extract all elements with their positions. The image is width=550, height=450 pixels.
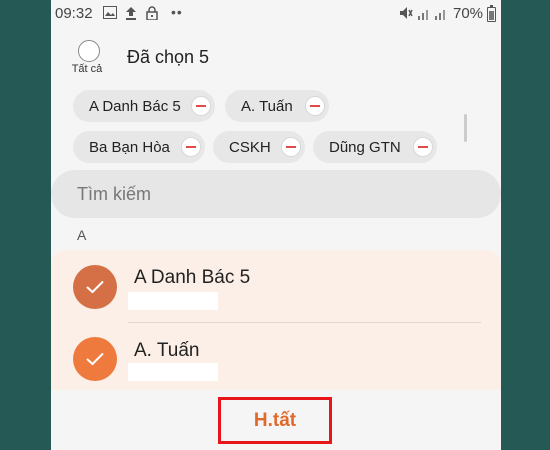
remove-icon[interactable] — [191, 96, 211, 116]
remove-icon[interactable] — [181, 137, 201, 157]
done-button[interactable]: H.tất — [221, 400, 329, 441]
done-highlight: H.tất — [218, 397, 332, 444]
chip-a-tuan[interactable]: A. Tuấn — [225, 90, 329, 122]
status-time: 09:32 — [55, 5, 93, 22]
list-item[interactable]: A Danh Bác 5 — [51, 250, 501, 320]
image-icon — [103, 6, 117, 22]
chip-label: A. Tuấn — [241, 97, 293, 115]
chip-ba-ban-hoa[interactable]: Ba Bạn Hòa — [73, 131, 205, 163]
contact-detail — [128, 292, 218, 310]
lock-icon — [146, 6, 158, 23]
select-all-checkbox[interactable] — [78, 40, 100, 62]
signal-icon — [417, 6, 431, 23]
upload-icon — [125, 6, 137, 23]
chip-label: Dũng GTN — [329, 138, 401, 156]
check-icon[interactable] — [73, 337, 117, 381]
remove-icon[interactable] — [413, 137, 433, 157]
chip-label: Ba Bạn Hòa — [89, 138, 170, 156]
contact-list: A Danh Bác 5 A. Tuấn — [51, 250, 501, 390]
signal-icon — [434, 6, 448, 23]
chip-a-danh-bac-5[interactable]: A Danh Bác 5 — [73, 90, 215, 122]
contact-name: A Danh Bác 5 — [134, 267, 251, 288]
search-input[interactable]: Tìm kiếm — [51, 170, 501, 218]
chip-cskh[interactable]: CSKH — [213, 131, 305, 163]
list-divider — [128, 322, 481, 323]
battery-icon — [487, 5, 496, 22]
chips-scrollbar[interactable] — [464, 114, 467, 142]
select-all-label: Tất cả — [71, 63, 103, 75]
contact-detail — [128, 363, 218, 381]
selected-chips: A Danh Bác 5 A. Tuấn Ba Bạn Hòa CSKH Dũn… — [73, 90, 473, 164]
check-icon[interactable] — [73, 265, 117, 309]
chip-dung-gtn[interactable]: Dũng GTN — [313, 131, 437, 163]
list-item[interactable]: A. Tuấn — [51, 326, 501, 396]
more-icon: •• — [171, 4, 183, 20]
mute-icon — [399, 6, 413, 23]
remove-icon[interactable] — [281, 137, 301, 157]
chip-label: A Danh Bác 5 — [89, 97, 181, 115]
remove-icon[interactable] — [305, 96, 325, 116]
section-header: A — [77, 227, 87, 243]
status-bar: 09:32 •• 70% — [51, 0, 501, 28]
battery-percent: 70% — [453, 5, 484, 22]
select-all-toggle[interactable]: Tất cả — [71, 40, 107, 75]
contact-name: A. Tuấn — [134, 340, 200, 361]
phone-screen: 09:32 •• 70% Tất cả Đã chọn 5 A Danh Bác… — [51, 0, 501, 450]
selected-count-title: Đã chọn 5 — [127, 47, 210, 67]
chip-label: CSKH — [229, 138, 271, 156]
